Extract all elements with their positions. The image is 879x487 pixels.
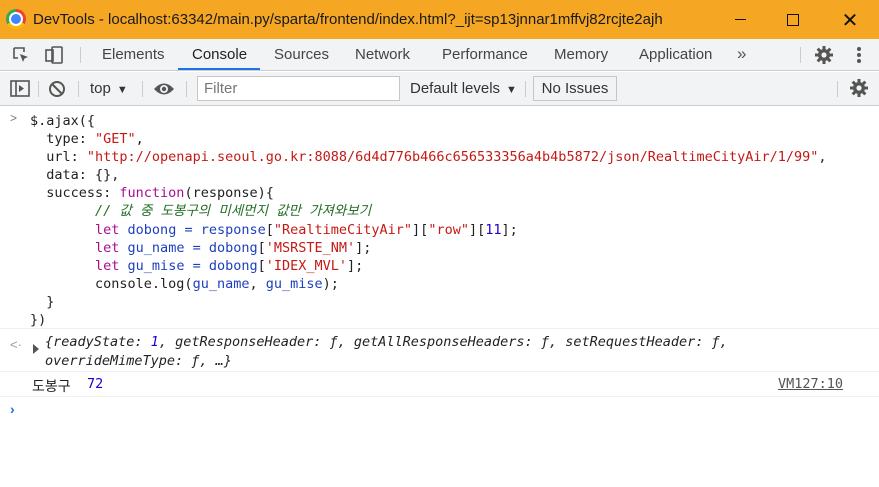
result-object-preview: {readyState: 1, getResponseHeader: ƒ, ge… xyxy=(45,334,728,369)
log-levels-selector[interactable]: Default levels ▼ xyxy=(410,72,517,105)
filter-input[interactable] xyxy=(197,76,400,101)
window-title: DevTools - localhost:63342/main.py/spart… xyxy=(33,11,663,28)
more-options-kebab-icon[interactable] xyxy=(852,44,866,66)
log-source-link[interactable]: VM127:10 xyxy=(778,376,843,392)
log-levels-value: Default levels xyxy=(410,80,501,97)
console-toolbar: top ▼ Default levels ▼ xyxy=(0,72,879,106)
context-selector[interactable]: top ▼ xyxy=(90,72,128,105)
divider xyxy=(0,328,879,329)
issues-button[interactable]: No Issues xyxy=(533,76,617,101)
tab-memory[interactable]: Memory xyxy=(554,39,608,70)
title-bar: DevTools - localhost:63342/main.py/spart… xyxy=(0,0,879,39)
divider xyxy=(186,81,187,97)
settings-gear-icon[interactable] xyxy=(813,44,835,66)
result-return-arrow-icon: <· xyxy=(10,337,22,352)
console-input-prompt[interactable]: › xyxy=(10,401,15,417)
devtools-tab-bar: Elements Console Sources Network Perform… xyxy=(0,39,879,71)
maximize-button[interactable] xyxy=(770,0,816,39)
close-icon: ✕ xyxy=(841,7,859,32)
inspect-element-icon[interactable] xyxy=(8,39,34,70)
chrome-logo-icon xyxy=(6,9,26,29)
console-log-row: 도봉구 72 VM127:10 xyxy=(0,373,879,396)
clear-console-icon[interactable] xyxy=(48,80,66,98)
input-echo-chevron-icon: > xyxy=(10,111,18,125)
console-settings-gear-icon[interactable] xyxy=(848,77,870,99)
divider xyxy=(78,81,79,97)
tab-console[interactable]: Console xyxy=(192,39,247,70)
console-input-code: $.ajax({ type: "GET", url: "http://opena… xyxy=(30,113,827,329)
active-tab-indicator xyxy=(178,68,260,70)
divider xyxy=(800,47,801,63)
close-button[interactable]: ✕ xyxy=(827,0,873,39)
divider xyxy=(0,396,879,397)
divider xyxy=(142,81,143,97)
tab-performance[interactable]: Performance xyxy=(442,39,528,70)
dropdown-caret-icon: ▼ xyxy=(116,84,128,96)
divider xyxy=(38,81,39,97)
log-message: 도봉구 xyxy=(32,379,71,395)
device-toolbar-icon[interactable] xyxy=(41,39,67,70)
divider xyxy=(0,371,879,372)
divider xyxy=(80,47,81,63)
minimize-button[interactable] xyxy=(717,0,763,39)
tab-network[interactable]: Network xyxy=(355,39,410,70)
maximize-icon xyxy=(787,13,799,26)
context-value: top xyxy=(90,80,111,97)
console-output[interactable]: > $.ajax({ type: "GET", url: "http://ope… xyxy=(0,107,879,487)
console-result-row[interactable]: <· {readyState: 1, getResponseHeader: ƒ,… xyxy=(0,330,879,370)
more-tabs-button[interactable]: » xyxy=(737,39,746,70)
show-sidebar-icon[interactable] xyxy=(10,80,30,97)
live-expression-eye-icon[interactable] xyxy=(153,81,175,97)
log-value: 72 xyxy=(87,376,104,392)
expand-triangle-icon[interactable] xyxy=(33,344,39,354)
minimize-icon xyxy=(734,19,746,20)
tab-application[interactable]: Application xyxy=(639,39,712,70)
divider xyxy=(837,81,838,97)
tab-elements[interactable]: Elements xyxy=(102,39,165,70)
divider xyxy=(525,81,526,97)
tab-sources[interactable]: Sources xyxy=(274,39,329,70)
dropdown-caret-icon: ▼ xyxy=(506,84,517,96)
